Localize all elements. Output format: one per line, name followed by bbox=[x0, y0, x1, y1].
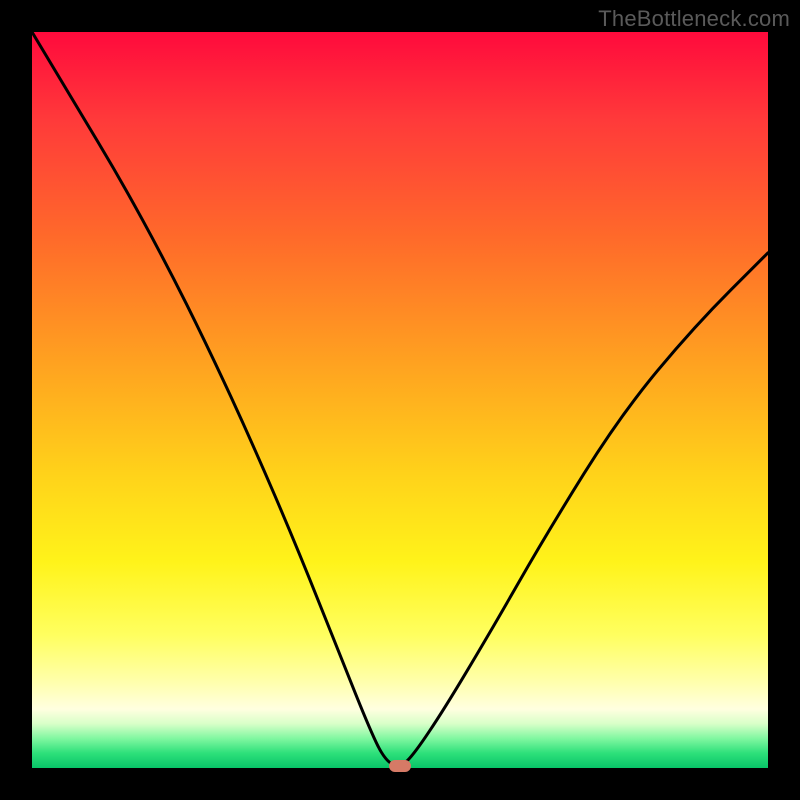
bottleneck-curve bbox=[32, 32, 768, 768]
plot-area bbox=[32, 32, 768, 768]
chart-container: TheBottleneck.com bbox=[0, 0, 800, 800]
watermark-text: TheBottleneck.com bbox=[598, 6, 790, 32]
min-marker bbox=[389, 760, 411, 772]
